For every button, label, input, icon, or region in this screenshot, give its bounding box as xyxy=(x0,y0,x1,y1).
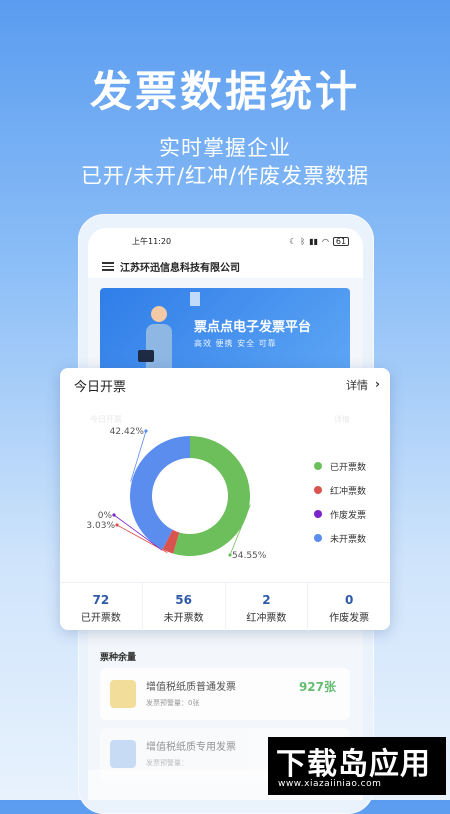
item-name: 增值税纸质普通发票 xyxy=(146,682,236,693)
company-name[interactable]: 江苏环迅信息科技有限公司 xyxy=(120,259,240,274)
hero-title: 发票数据统计 xyxy=(89,67,360,116)
section-title: 票种余量 xyxy=(100,653,137,663)
today-invoice-card: 今日开票 详情 › 今日开票 详情 54.55% 3.03% 0% 42.42% 已开… xyxy=(60,368,390,631)
bluetooth-icon: ᛒ xyxy=(300,236,306,246)
stat-issued[interactable]: 72 已开票数 xyxy=(60,583,143,631)
app-header: 江苏环迅信息科技有限公司 xyxy=(88,254,363,278)
item-name: 增值税纸质专用发票 xyxy=(146,742,236,753)
stat-value: 0 xyxy=(344,593,354,607)
status-bar: 上午11:20 ☾ ᛒ ▮▮ ◠ 61 xyxy=(88,228,363,254)
legend-label: 未开票数 xyxy=(330,534,367,545)
hero-subtitle-line1: 实时掌握企业 xyxy=(159,136,291,160)
stat-label: 未开票数 xyxy=(163,613,204,624)
banner[interactable]: 票点点电子发票平台 高效 便携 安全 可靠 xyxy=(100,288,350,378)
item-count: 927张 xyxy=(298,680,336,694)
stat-red-flush[interactable]: 2 红冲票数 xyxy=(226,583,309,631)
legend-item[interactable]: 已开票数 xyxy=(314,454,366,478)
leader-dot xyxy=(115,523,119,527)
stat-voided[interactable]: 0 作废发票 xyxy=(308,583,390,631)
item-sub: 发票预警量：0张 xyxy=(146,699,200,707)
status-time: 上午11:20 xyxy=(132,236,172,246)
slice-value-label: 42.42% xyxy=(110,427,145,437)
watermark-logo: 下载岛应用 www.xiazaiiniao.com xyxy=(268,737,446,795)
signal-icon: ▮▮ xyxy=(309,236,319,246)
watermark-url: www.xiazaiiniao.com xyxy=(278,779,382,789)
leader-dot xyxy=(112,513,116,517)
legend-dot xyxy=(314,510,322,518)
stat-value: 2 xyxy=(262,593,271,607)
legend-dot xyxy=(314,486,322,494)
stat-label: 已开票数 xyxy=(80,613,121,624)
wifi-icon: ◠ xyxy=(322,236,329,246)
legend-label: 红冲票数 xyxy=(330,486,367,497)
watermark-text: 下载岛应用 xyxy=(276,747,431,782)
menu-icon[interactable] xyxy=(102,261,114,271)
stat-value: 72 xyxy=(92,593,110,607)
chart-legend: 已开票数 红冲票数 作废发票 未开票数 xyxy=(314,454,366,550)
slice-value-label: 3.03% xyxy=(86,521,115,531)
stat-value: 56 xyxy=(175,593,192,607)
leader-dot xyxy=(144,429,148,433)
stat-label: 红冲票数 xyxy=(246,613,287,624)
briefcase-icon xyxy=(138,350,154,362)
legend-dot xyxy=(314,462,322,470)
legend-dot xyxy=(314,534,322,542)
legend-label: 作废发票 xyxy=(330,510,367,521)
legend-item[interactable]: 作废发票 xyxy=(314,502,366,526)
stat-label: 作废发票 xyxy=(329,613,370,624)
stats-row: 72 已开票数 56 未开票数 2 红冲票数 0 作废发票 xyxy=(60,582,390,631)
legend-item[interactable]: 红冲票数 xyxy=(314,478,366,502)
list-item[interactable]: 增值税纸质普通发票 发票预警量：0张 927张 xyxy=(100,668,350,720)
stat-unissued[interactable]: 56 未开票数 xyxy=(143,583,226,631)
hero-subtitle-line2: 已开/未开/红冲/作废发票数据 xyxy=(80,164,370,188)
book-icon xyxy=(190,292,200,306)
invoice-icon xyxy=(110,680,136,708)
legend-label: 已开票数 xyxy=(330,462,367,473)
legend-item[interactable]: 未开票数 xyxy=(314,526,366,550)
battery-icon: 61 xyxy=(333,236,349,246)
banner-title: 票点点电子发票平台 xyxy=(194,320,312,335)
invoice-icon xyxy=(110,740,136,768)
slice-value-label: 54.55% xyxy=(232,551,267,561)
slice-value-label: 0% xyxy=(98,511,113,521)
moon-icon: ☾ xyxy=(289,236,297,246)
banner-tags: 高效 便携 安全 可靠 xyxy=(194,339,277,348)
item-sub: 发票预警量： xyxy=(146,759,188,767)
